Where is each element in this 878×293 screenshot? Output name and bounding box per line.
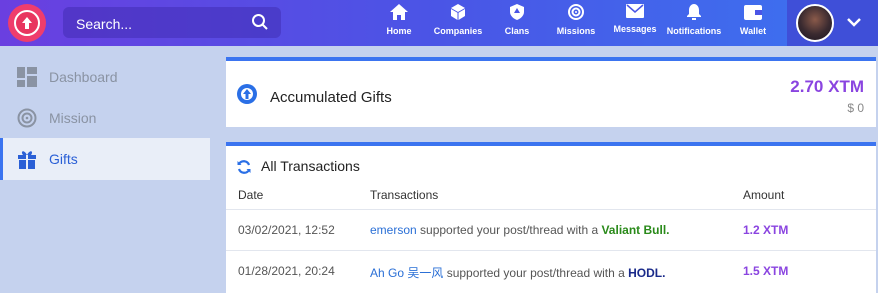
logo-icon[interactable]	[8, 4, 46, 42]
transaction-date: 01/28/2021, 20:24	[238, 264, 335, 278]
sidebar-item-gifts[interactable]: Gifts	[0, 138, 210, 180]
transaction-amount: 1.2 XTM	[743, 223, 789, 237]
top-nav-bar: Search... Home Companies Clans Missions …	[0, 0, 878, 46]
accumulated-gifts-card: Accumulated Gifts 2.70 XTM $ 0	[226, 57, 876, 127]
gift-icon	[18, 151, 36, 169]
nav-wallet-label: Wallet	[739, 26, 767, 36]
column-header-date: Date	[238, 188, 264, 202]
sidebar-item-label: Gifts	[49, 151, 78, 167]
nav-wallet[interactable]: Wallet	[718, 4, 788, 36]
column-header-amount: Amount	[743, 188, 785, 202]
target-icon	[568, 4, 584, 20]
table-row: 03/02/2021, 12:52 emerson supported your…	[226, 209, 876, 250]
sidebar-item-dashboard[interactable]: Dashboard	[0, 56, 210, 98]
gift-name: Valiant Bull.	[601, 223, 670, 237]
wallet-icon	[744, 5, 762, 20]
profile-menu[interactable]	[787, 0, 878, 46]
transaction-text: supported your post/thread with a	[443, 266, 629, 280]
accumulated-gifts-title: Accumulated Gifts	[270, 89, 392, 106]
search-placeholder: Search...	[76, 16, 133, 32]
transaction-description: emerson supported your post/thread with …	[370, 223, 669, 237]
transaction-description: Ah Go 吴一风 supported your post/thread wit…	[370, 264, 665, 281]
transactions-card: All Transactions Date Transactions Amoun…	[226, 142, 876, 293]
envelope-icon	[626, 4, 644, 18]
transactions-title: All Transactions	[261, 158, 360, 174]
user-link[interactable]: Ah Go 吴一风	[370, 266, 443, 280]
transaction-amount: 1.5 XTM	[743, 264, 789, 278]
dashboard-icon	[17, 67, 37, 87]
column-header-transactions: Transactions	[370, 188, 439, 202]
refresh-icon[interactable]	[236, 159, 252, 175]
upload-circle-icon	[237, 84, 257, 104]
gift-name: HODL.	[628, 266, 666, 280]
table-row: 01/28/2021, 20:24 Ah Go 吴一风 supported yo…	[226, 250, 876, 291]
home-icon	[390, 4, 408, 20]
shield-icon	[510, 4, 524, 20]
user-link[interactable]: emerson	[370, 223, 417, 237]
accumulated-usd: $ 0	[847, 101, 864, 115]
avatar[interactable]	[796, 4, 834, 42]
target-icon	[17, 108, 37, 128]
sidebar-item-mission[interactable]: Mission	[0, 97, 210, 139]
transaction-text: supported your post/thread with a	[416, 223, 602, 237]
search-input[interactable]: Search...	[63, 7, 281, 38]
chevron-down-icon[interactable]	[845, 12, 863, 30]
sidebar: Dashboard Mission Gifts	[0, 46, 218, 293]
sidebar-item-label: Dashboard	[49, 69, 118, 85]
accumulated-amount: 2.70 XTM	[790, 77, 864, 96]
cube-icon	[451, 4, 465, 20]
search-icon[interactable]	[251, 13, 269, 34]
sidebar-item-label: Mission	[49, 110, 97, 126]
bell-icon	[687, 4, 701, 20]
transaction-date: 03/02/2021, 12:52	[238, 223, 335, 237]
